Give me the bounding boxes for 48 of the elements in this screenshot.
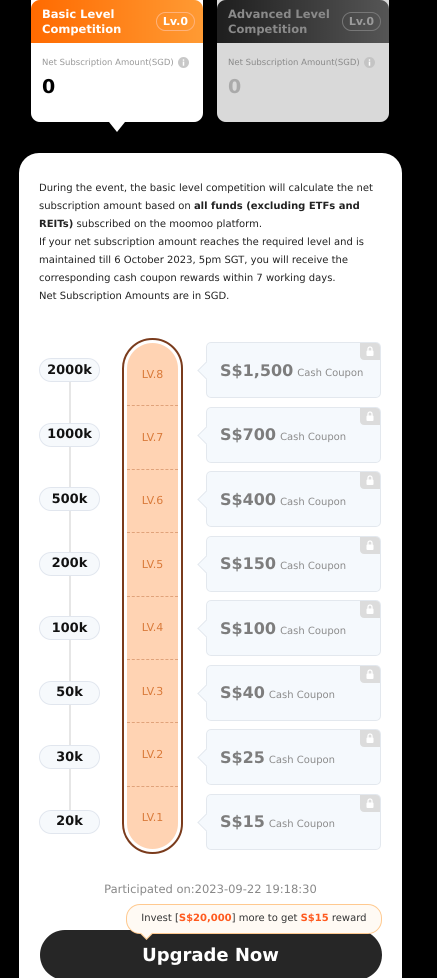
level-label: LV.8 bbox=[142, 368, 164, 381]
level-label: LV.7 bbox=[142, 431, 164, 444]
level-label: LV.4 bbox=[142, 621, 164, 634]
level-label: LV.6 bbox=[142, 494, 164, 508]
coupon-unit: Cash Coupon bbox=[280, 432, 346, 444]
threshold-label: 100k bbox=[39, 616, 100, 640]
threshold-label: 200k bbox=[39, 552, 100, 576]
level-badge: Lv.0 bbox=[156, 12, 195, 31]
coupon-amount: S$25 bbox=[220, 748, 265, 767]
level-label: LV.2 bbox=[142, 748, 164, 761]
coupon-unit: Cash Coupon bbox=[280, 561, 346, 572]
description-text: Net Subscription Amounts are in SGD. bbox=[39, 290, 230, 304]
threshold-label: 1000k bbox=[39, 422, 100, 447]
tab-title: Advanced Level Competition bbox=[228, 6, 331, 36]
upgrade-button[interactable]: Upgrade Now bbox=[40, 930, 382, 978]
threshold-label: 20k bbox=[39, 810, 100, 834]
participated-date: Participated on:2023-09-22 19:18:30 bbox=[104, 882, 317, 896]
reward-tooltip: Invest [S$20,000] more to get S$15 reward bbox=[126, 904, 382, 934]
threshold-label: 50k bbox=[39, 680, 100, 705]
level-label: LV.3 bbox=[142, 684, 164, 698]
coupon-unit: Cash Coupon bbox=[268, 819, 336, 830]
coupon-unit: Cash Coupon bbox=[268, 754, 336, 766]
coupon-amount: S$40 bbox=[220, 683, 265, 702]
coupon-unit: Cash Coupon bbox=[280, 626, 346, 637]
info-icon[interactable] bbox=[178, 57, 189, 68]
threshold-label: 2000k bbox=[39, 358, 100, 382]
tab-pointer bbox=[109, 122, 125, 132]
level-label: LV.1 bbox=[142, 811, 164, 824]
amount-label: Net Subscription Amount(SGD) bbox=[228, 58, 360, 68]
coupon-unit: Cash Coupon bbox=[280, 496, 346, 508]
tab-title: Basic Level Competition bbox=[42, 6, 122, 36]
coupon-amount: S$1,500 bbox=[220, 360, 294, 380]
coupon-amount: S$100 bbox=[220, 618, 276, 638]
level-label: LV.5 bbox=[142, 558, 164, 571]
threshold-label: 500k bbox=[39, 487, 100, 512]
amount-label: Net Subscription Amount(SGD) bbox=[42, 58, 174, 68]
info-icon[interactable] bbox=[364, 57, 375, 68]
coupon-unit: Cash Coupon bbox=[268, 690, 336, 702]
coupon-amount: S$150 bbox=[220, 554, 276, 574]
threshold-label: 30k bbox=[39, 745, 100, 770]
level-badge: Lv.0 bbox=[342, 12, 381, 31]
coupon-amount: S$15 bbox=[220, 812, 265, 832]
coupon-unit: Cash Coupon bbox=[297, 368, 364, 379]
description-text: During the event, the basic level competition will calculate the net subscription amount based on all funds (excluding ETFs and REITs) subscribed on the moomoo platform. bbox=[39, 182, 374, 232]
description-text: If your net subscription amount reaches the required level and is maintained till 6 October 2023, 5pm SGT, you will receive the corresponding cash coupon rewards within 7 working days. bbox=[39, 236, 365, 286]
coupon-amount: S$400 bbox=[220, 490, 276, 509]
coupon-amount: S$700 bbox=[220, 425, 276, 444]
amount-value: 0 bbox=[42, 76, 56, 98]
